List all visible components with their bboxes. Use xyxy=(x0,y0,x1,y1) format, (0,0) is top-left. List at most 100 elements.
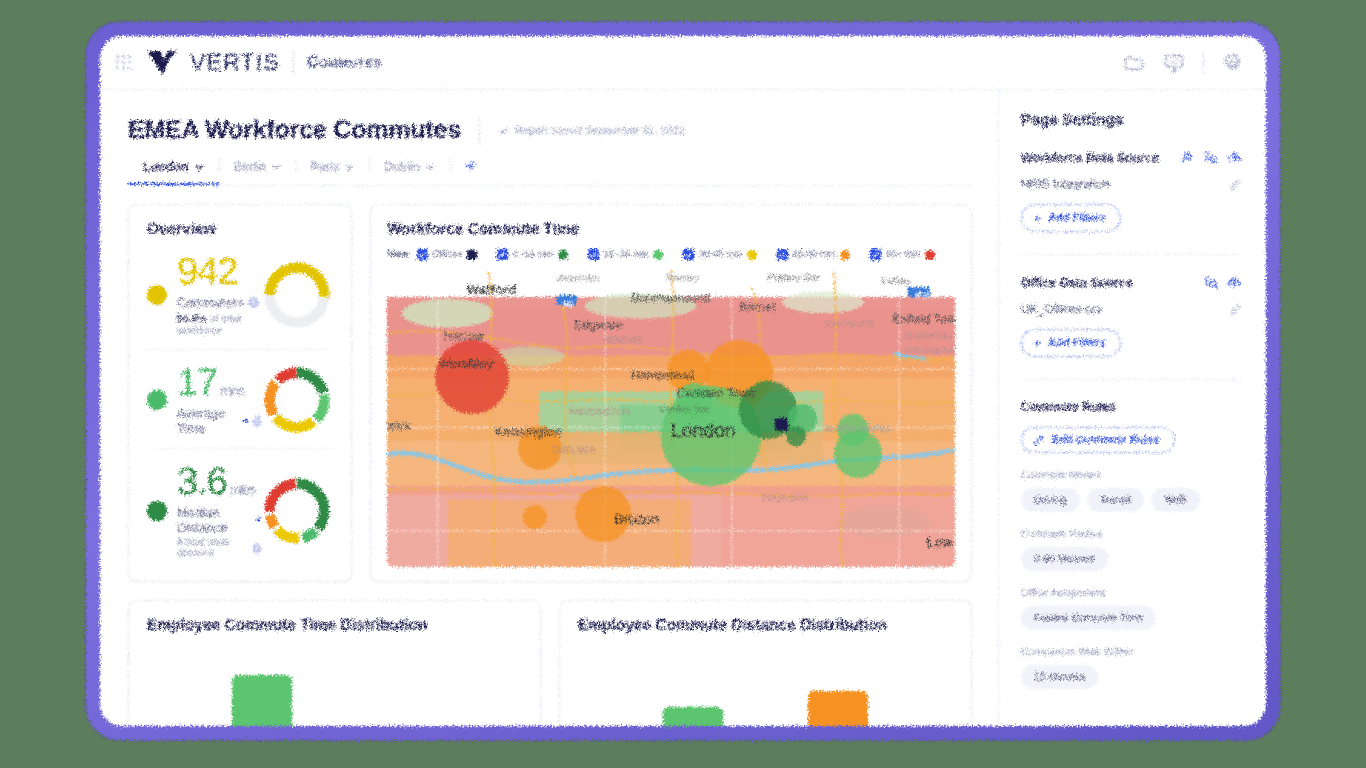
edit-commute-rules-label: Edit Commute Rules xyxy=(1052,434,1160,446)
legend-item-0-15[interactable]: 0 -15 min xyxy=(496,249,568,260)
chip-walk[interactable]: Walk xyxy=(1151,488,1201,512)
kpi-label: Median Distance xyxy=(177,505,228,535)
vertis-logo-icon xyxy=(148,50,176,75)
workforce-source-actions xyxy=(1179,150,1242,165)
city-tab-dublin[interactable]: Dublin xyxy=(369,155,449,185)
kpi-label: Commuters xyxy=(177,295,245,310)
map-label: Shenley xyxy=(665,272,700,283)
check-icon xyxy=(872,252,879,258)
chevron-down-icon xyxy=(272,164,281,170)
checkbox[interactable] xyxy=(869,249,881,260)
info-icon[interactable]: i xyxy=(252,542,262,554)
info-icon[interactable]: i xyxy=(252,415,262,427)
bar[interactable] xyxy=(662,707,723,726)
map-label: Wembley xyxy=(438,356,494,372)
kpi-label: Average Time xyxy=(177,406,226,436)
chip-walk-within[interactable]: 15 Minutes xyxy=(1021,665,1099,689)
plug-disconnect-icon[interactable] xyxy=(1179,150,1194,165)
legend-item-30-45[interactable]: 30-45 min xyxy=(683,249,757,260)
brand-divider xyxy=(292,50,294,75)
rule-group-office-assignment: Office Assignment Fastest Commute Time xyxy=(1021,587,1242,630)
top-bar: VERTIS Commutes xyxy=(100,36,1266,90)
kpi-subline: Actual route distance i xyxy=(177,537,262,559)
inspect-data-icon[interactable] xyxy=(1203,275,1218,290)
edit-commute-rules-button[interactable]: Edit Commute Rules xyxy=(1021,427,1175,453)
city-tab-london[interactable]: London xyxy=(128,155,219,185)
rule-label: Commuters Walk Within xyxy=(1021,646,1134,658)
legend-item-60plus[interactable]: 60+ min xyxy=(869,249,935,260)
section-title: Office Data Source xyxy=(1021,275,1133,290)
presentation-icon[interactable] xyxy=(1163,52,1185,74)
chip-transit[interactable]: Transit xyxy=(1086,488,1145,512)
cloud-upload-icon[interactable] xyxy=(1227,150,1242,165)
edit-pencil-icon[interactable] xyxy=(1229,178,1242,191)
map-label: Enfield Town xyxy=(892,311,955,326)
gear-icon[interactable] xyxy=(1222,52,1244,74)
chip-commute-radius[interactable]: 0-60 Minutes xyxy=(1021,547,1108,571)
checkbox[interactable] xyxy=(683,249,695,260)
map-label: Cuffley xyxy=(881,275,911,286)
map-label: Hampstead xyxy=(631,368,695,382)
inspect-data-icon[interactable] xyxy=(1203,150,1218,165)
workforce-add-filters-button[interactable]: + Add Filters xyxy=(1021,204,1121,232)
legend-item-45-60[interactable]: 45-60 min xyxy=(776,249,850,260)
device-frame: VERTIS Commutes EMEA Workforce Commutes … xyxy=(86,22,1280,740)
map-label: M1 xyxy=(563,299,575,309)
edit-pencil-icon[interactable] xyxy=(1229,303,1242,316)
chip-office-assignment[interactable]: Fastest Commute Time xyxy=(1021,606,1156,630)
cards-row: Overview 942 Commuters i 50.8% of total … xyxy=(128,204,972,582)
brand-name: VERTIS xyxy=(190,49,280,75)
kpi-color-dot xyxy=(147,285,167,305)
checkbox[interactable] xyxy=(587,249,599,260)
check-icon xyxy=(779,252,786,258)
saved-status: Report Saved September 31, 2022 xyxy=(498,125,685,137)
map-label: Watford xyxy=(466,281,517,297)
city-tabs: London Berlin Paris Dublin + xyxy=(128,155,972,186)
chevron-down-icon xyxy=(426,164,435,170)
map-label: SOUTHGATE xyxy=(824,320,876,330)
topbar-divider xyxy=(1203,51,1204,74)
legend-label: 30-45 min xyxy=(699,249,742,260)
folder-icon[interactable] xyxy=(1123,52,1145,74)
overview-title: Overview xyxy=(147,221,216,238)
bar-chart-time xyxy=(147,657,522,726)
rule-group-commute-radius: Commute Radius 0-60 Minutes xyxy=(1021,528,1242,571)
cloud-upload-icon[interactable] xyxy=(1227,275,1242,290)
rule-group-commute-modes: Commute Modes Driving Transit Walk xyxy=(1021,469,1242,512)
header-divider xyxy=(478,117,480,144)
map-label: PECKHAM xyxy=(761,492,808,503)
kpi-value: 3.6 xyxy=(177,461,228,503)
city-tab-berlin[interactable]: Berlin xyxy=(218,155,296,185)
info-icon[interactable]: i xyxy=(248,297,260,308)
bar[interactable] xyxy=(231,675,292,726)
plus-icon: + xyxy=(1033,335,1042,351)
checkbox[interactable] xyxy=(776,249,788,260)
bar[interactable] xyxy=(808,691,869,726)
chevron-down-icon[interactable] xyxy=(243,419,249,424)
rule-group-walk-within: Commuters Walk Within 15 Minutes xyxy=(1021,646,1242,689)
main-column: EMEA Workforce Commutes Report Saved Sep… xyxy=(100,90,998,726)
kpi-median-distance: 3.6 miles Median Distance Actual route di… xyxy=(147,448,334,571)
legend-item-offices[interactable]: Offices xyxy=(416,249,477,260)
brand-lockup: VERTIS Commutes xyxy=(147,49,382,76)
workforce-source-row: HRIS Integration xyxy=(1021,177,1242,191)
legend-label: 0 -15 min xyxy=(512,249,553,260)
workforce-source-name: HRIS Integration xyxy=(1021,177,1110,191)
check-icon xyxy=(418,252,426,258)
office-add-filters-button[interactable]: + Add Filters xyxy=(1021,329,1121,357)
grid-apps-icon[interactable] xyxy=(116,55,131,70)
legend-swatch xyxy=(746,249,757,260)
add-city-tab-button[interactable]: + xyxy=(449,155,491,185)
check-icon xyxy=(499,252,506,258)
kpi-subline-text: Actual route distance xyxy=(177,537,231,559)
median-distance-donut xyxy=(264,478,330,544)
checkbox[interactable] xyxy=(496,249,508,260)
legend-item-15-30[interactable]: 15 -30 min xyxy=(587,249,664,260)
commute-distance-distribution-card: Employee Commute Distance Distribution xyxy=(559,600,972,726)
commute-map[interactable]: Watford Aldenham Shenley Potters Bar Cuffley… xyxy=(387,270,955,567)
kpi-color-dot xyxy=(147,390,167,410)
city-tab-paris[interactable]: Paris xyxy=(295,155,369,185)
chip-driving[interactable]: Driving xyxy=(1021,488,1080,512)
settings-divider xyxy=(1021,379,1242,380)
checkbox[interactable] xyxy=(416,249,428,260)
